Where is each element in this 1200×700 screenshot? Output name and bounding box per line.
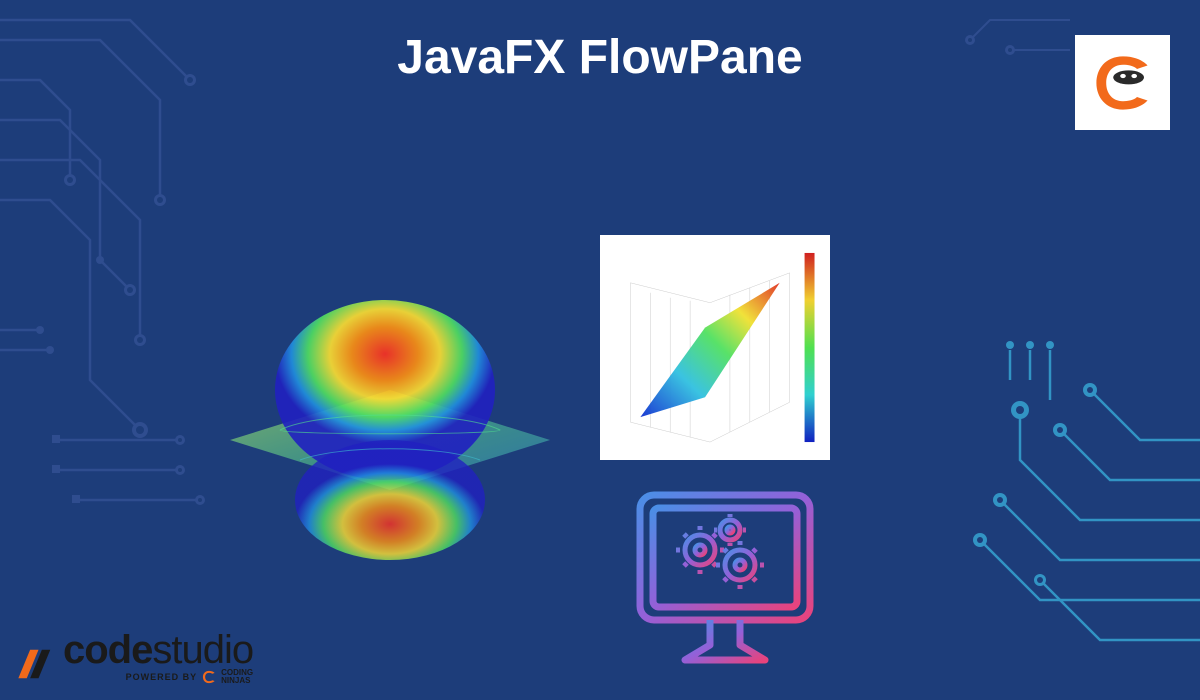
- circuit-decoration-bottom-right: [800, 320, 1200, 700]
- circuit-decoration-top-right: [870, 0, 1070, 200]
- footer-brand-logo: codestudio POWERED BY CODING NINJAS: [15, 628, 253, 685]
- surface-plot-3d: [200, 260, 580, 580]
- ninja-c-mini-icon: [201, 669, 217, 685]
- ninja-c-icon: [1088, 48, 1158, 118]
- brand-logo-corner: [1075, 35, 1170, 130]
- codestudio-icon: [15, 643, 57, 685]
- page-title: JavaFX FlowPane: [397, 30, 803, 85]
- footer-brand-text: codestudio: [63, 628, 253, 673]
- footer-powered-by: POWERED BY: [126, 672, 198, 682]
- computer-gears-icon: [625, 480, 825, 680]
- plot-3d-card: [600, 235, 830, 460]
